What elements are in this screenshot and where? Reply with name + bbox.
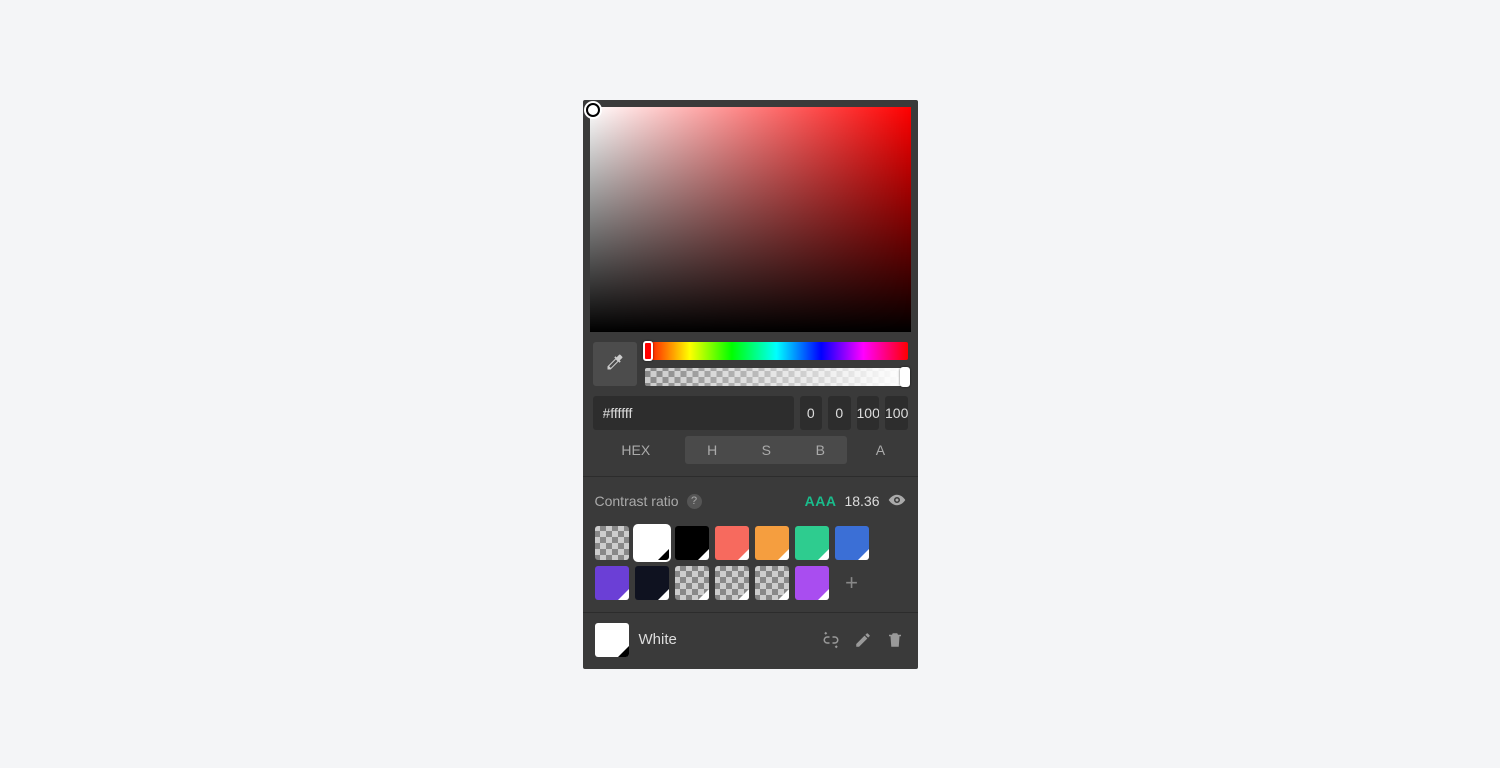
footer-swatch[interactable] [595, 623, 629, 657]
hue-input[interactable] [800, 396, 823, 430]
contrast-row: Contrast ratio ? AAA 18.36 [583, 477, 918, 526]
mode-s[interactable]: S [739, 436, 793, 464]
swatch-black[interactable] [675, 526, 709, 560]
sliders [645, 342, 908, 386]
color-mode-toggle[interactable]: H S B [685, 436, 847, 464]
picker-row [583, 332, 918, 392]
alpha-slider[interactable] [645, 368, 908, 386]
swatch-coral[interactable] [715, 526, 749, 560]
contrast-label: Contrast ratio [595, 493, 679, 509]
hue-slider[interactable] [645, 342, 908, 360]
unlink-icon[interactable] [820, 629, 842, 651]
swatches: + [583, 526, 918, 612]
saturation-brightness-canvas[interactable] [590, 107, 911, 332]
swatch-blue[interactable] [835, 526, 869, 560]
swatch-white[interactable] [635, 526, 669, 560]
swatch-empty-2[interactable] [715, 566, 749, 600]
swatch-purple[interactable] [795, 566, 829, 600]
swatch-transparent[interactable] [595, 526, 629, 560]
swatch-green[interactable] [795, 526, 829, 560]
mode-h[interactable]: H [685, 436, 739, 464]
alpha-thumb[interactable] [900, 367, 910, 387]
brightness-input[interactable] [857, 396, 880, 430]
footer-row: White [583, 612, 918, 669]
eye-icon[interactable] [888, 491, 906, 512]
footer-color-name: White [639, 631, 677, 648]
help-icon[interactable]: ? [687, 494, 702, 509]
saturation-input[interactable] [828, 396, 851, 430]
trash-icon[interactable] [884, 629, 906, 651]
sb-thumb[interactable] [586, 103, 600, 117]
add-swatch-button[interactable]: + [835, 566, 869, 600]
hue-thumb[interactable] [643, 341, 653, 361]
contrast-value: 18.36 [844, 493, 879, 509]
mode-b[interactable]: B [793, 436, 847, 464]
swatch-navy[interactable] [635, 566, 669, 600]
swatch-empty-3[interactable] [755, 566, 789, 600]
alpha-label: A [853, 436, 907, 464]
swatch-empty-1[interactable] [675, 566, 709, 600]
color-picker-panel: HEX H S B A Contrast ratio ? AAA 18.36 +… [583, 100, 918, 669]
inputs-row [583, 392, 918, 436]
contrast-rating: AAA [805, 493, 837, 509]
edit-icon[interactable] [852, 629, 874, 651]
hex-input[interactable] [593, 396, 794, 430]
labels-row: HEX H S B A [583, 436, 918, 476]
eyedropper-icon [605, 352, 625, 375]
alpha-input[interactable] [885, 396, 908, 430]
swatch-violet[interactable] [595, 566, 629, 600]
hex-label: HEX [593, 436, 680, 464]
eyedropper-button[interactable] [593, 342, 637, 386]
swatch-orange[interactable] [755, 526, 789, 560]
